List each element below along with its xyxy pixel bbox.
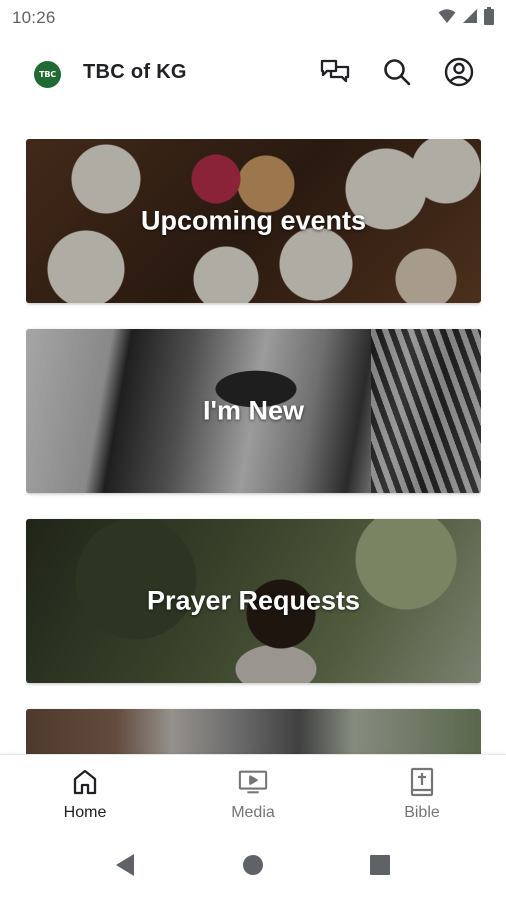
system-nav-bar: [0, 834, 506, 900]
back-button[interactable]: [113, 853, 137, 882]
card-im-new[interactable]: I'm New: [26, 329, 481, 493]
nav-label-media: Media: [231, 804, 275, 821]
account-icon: [444, 57, 474, 92]
card-label: Prayer Requests: [146, 585, 361, 616]
wifi-icon: [438, 8, 456, 29]
nav-label-home: Home: [63, 804, 107, 821]
status-bar: 10:26: [0, 0, 506, 36]
nav-item-bible[interactable]: Bible: [372, 767, 472, 822]
cell-signal-icon: [462, 8, 478, 29]
card-label: Upcoming events: [140, 205, 367, 236]
card-label: I'm New: [203, 395, 304, 426]
bible-icon: [407, 767, 437, 797]
home-icon: [70, 767, 100, 797]
app-bar: TBC TBC of KG: [0, 48, 506, 100]
chat-icon: [320, 58, 350, 91]
card-partial[interactable]: [26, 709, 481, 754]
home-circle-icon: [242, 854, 264, 881]
home-system-button[interactable]: [241, 854, 265, 881]
recents-button[interactable]: [368, 854, 392, 880]
nav-item-home[interactable]: Home: [35, 767, 135, 822]
bottom-nav: Home Media Bible: [0, 754, 506, 834]
chat-button[interactable]: [319, 58, 351, 90]
nav-label-bible: Bible: [404, 804, 440, 821]
app-logo-text: TBC: [39, 70, 56, 79]
status-icons: [438, 6, 494, 30]
battery-icon: [484, 6, 494, 30]
status-time: 10:26: [12, 8, 56, 27]
card-upcoming-events[interactable]: Upcoming events: [26, 139, 481, 303]
app-title: TBC of KG: [83, 61, 187, 83]
account-button[interactable]: [443, 57, 475, 92]
app-logo: TBC: [34, 61, 61, 88]
recents-icon: [370, 854, 390, 880]
search-icon: [382, 57, 412, 92]
nav-item-media[interactable]: Media: [203, 767, 303, 822]
media-icon: [238, 767, 268, 797]
card-prayer-requests[interactable]: Prayer Requests: [26, 519, 481, 683]
back-icon: [114, 853, 136, 882]
card-list[interactable]: Upcoming events I'm New Prayer Requests: [26, 139, 481, 754]
search-button[interactable]: [381, 58, 413, 90]
